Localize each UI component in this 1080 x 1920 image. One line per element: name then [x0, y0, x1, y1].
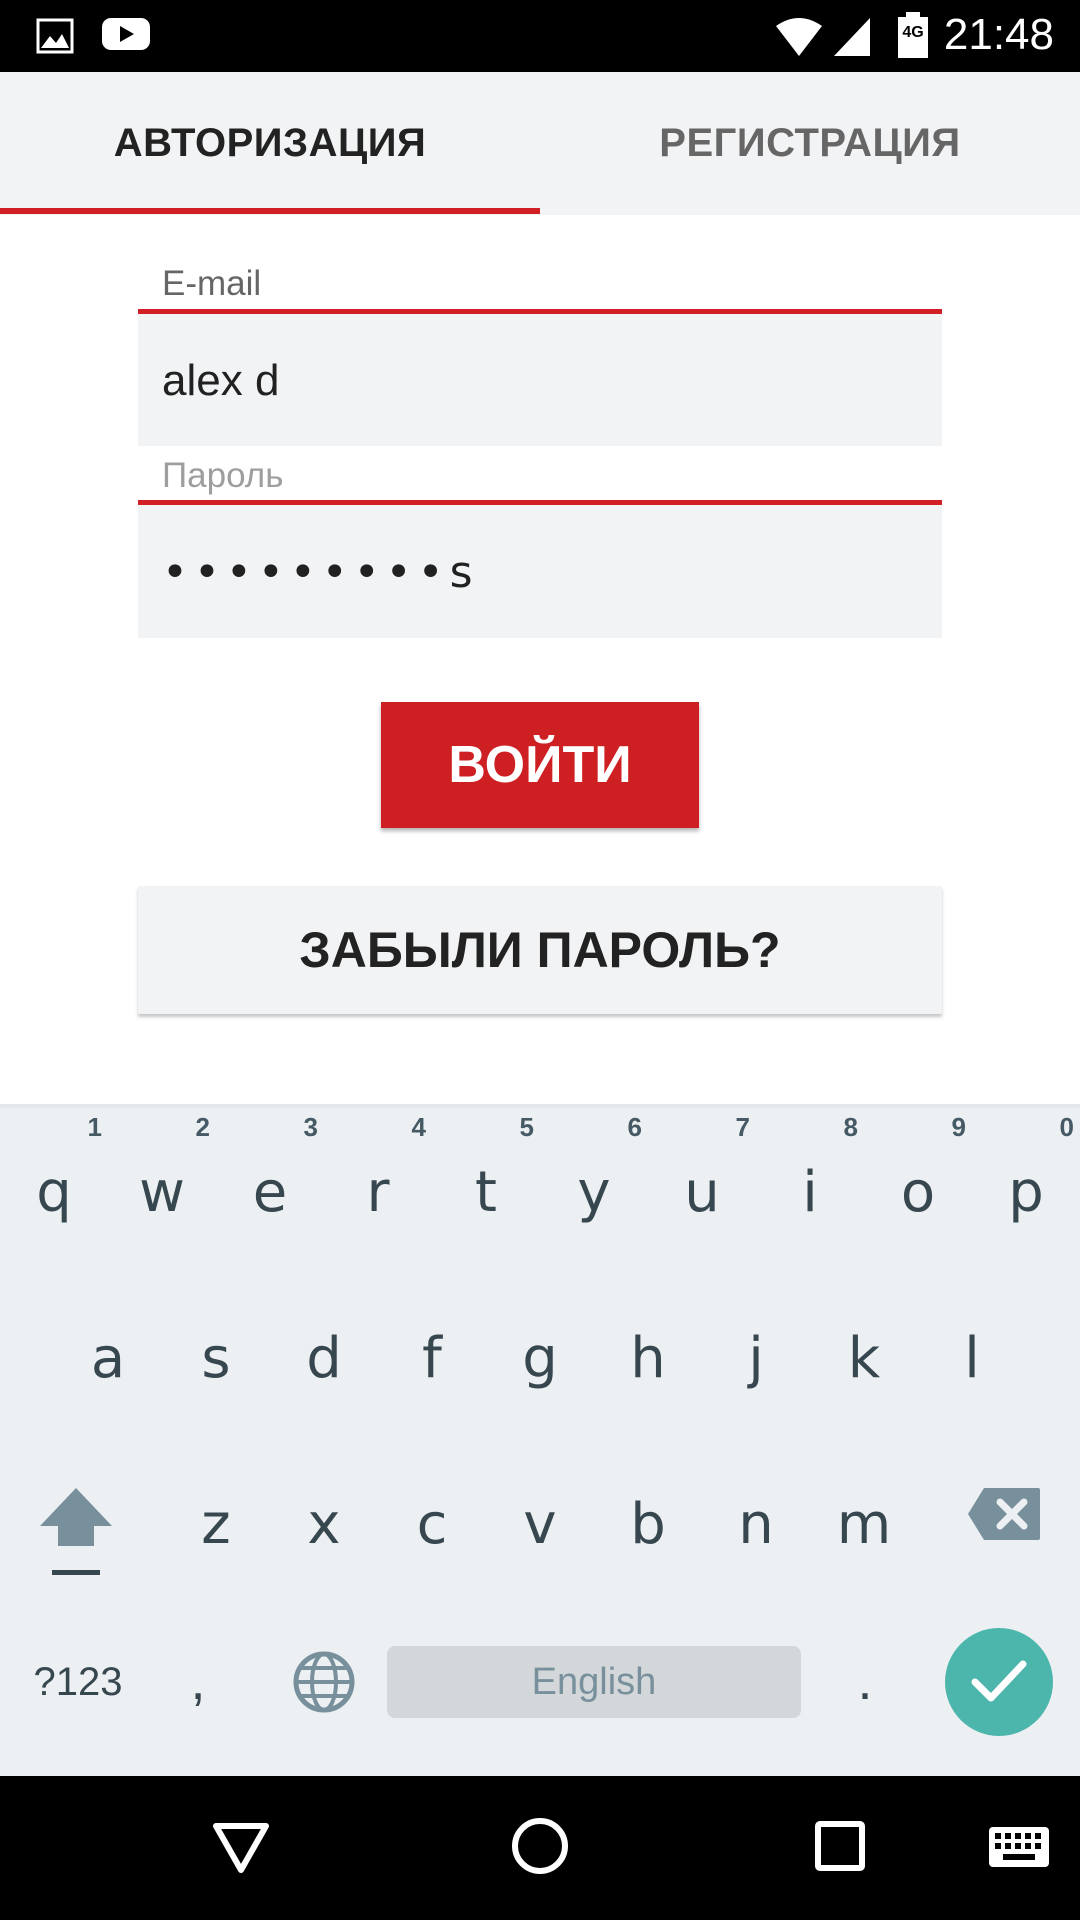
key-label: p	[1008, 1160, 1044, 1225]
key-hint: 7	[735, 1112, 750, 1142]
key-d[interactable]: d	[270, 1326, 378, 1391]
key-l[interactable]: l	[918, 1326, 1026, 1391]
key-q[interactable]: 1q	[0, 1112, 108, 1225]
symbols-key[interactable]: ?123	[18, 1660, 138, 1705]
key-hint: 3	[303, 1112, 318, 1142]
password-label: Пароль	[162, 456, 284, 495]
key-e[interactable]: 3e	[216, 1112, 324, 1225]
tab-bar: АВТОРИЗАЦИЯ РЕГИСТРАЦИЯ	[0, 72, 1080, 215]
back-icon[interactable]	[212, 1820, 270, 1876]
password-value: •••••••••s	[162, 547, 479, 598]
key-b[interactable]: b	[594, 1492, 702, 1557]
key-hint: 4	[411, 1112, 426, 1142]
key-h[interactable]: h	[594, 1326, 702, 1391]
key-g[interactable]: g	[486, 1326, 594, 1391]
key-i[interactable]: 8i	[756, 1112, 864, 1225]
key-n[interactable]: n	[702, 1492, 810, 1557]
network-type-label: 4G	[902, 24, 924, 41]
wifi-icon	[776, 18, 822, 56]
key-k[interactable]: k	[810, 1326, 918, 1391]
key-r[interactable]: 4r	[324, 1112, 432, 1225]
checkmark-icon	[971, 1660, 1027, 1702]
image-icon	[36, 18, 74, 54]
space-bar[interactable]: English	[387, 1646, 801, 1718]
login-button[interactable]: ВОЙТИ	[381, 702, 699, 828]
key-w[interactable]: 2w	[108, 1112, 216, 1225]
key-hint: 9	[951, 1112, 966, 1142]
key-label: t	[475, 1160, 497, 1225]
status-bar: 4G 21:48	[0, 0, 1080, 72]
email-value: alex d	[162, 356, 280, 405]
key-y[interactable]: 6y	[540, 1112, 648, 1225]
shift-icon[interactable]	[36, 1482, 116, 1578]
key-a[interactable]: a	[54, 1326, 162, 1391]
keyboard-switch-icon[interactable]	[988, 1826, 1050, 1868]
globe-icon[interactable]	[292, 1650, 356, 1714]
key-x[interactable]: x	[270, 1492, 378, 1557]
enter-key[interactable]	[945, 1628, 1053, 1736]
key-label: i	[802, 1160, 818, 1225]
key-label: u	[684, 1160, 720, 1225]
key-label: e	[252, 1160, 288, 1225]
key-label: q	[36, 1160, 72, 1225]
key-hint: 1	[87, 1112, 102, 1142]
key-t[interactable]: 5t	[432, 1112, 540, 1225]
battery-icon: 4G	[898, 12, 928, 58]
key-f[interactable]: f	[378, 1326, 486, 1391]
email-label: E-mail	[162, 264, 262, 303]
key-hint: 0	[1059, 1112, 1074, 1142]
key-label: o	[900, 1160, 936, 1225]
key-label: y	[577, 1160, 611, 1225]
key-m[interactable]: m	[810, 1492, 918, 1557]
signal-icon	[834, 18, 870, 56]
youtube-icon	[102, 18, 150, 50]
key-hint: 5	[519, 1112, 534, 1142]
key-hint: 8	[843, 1112, 858, 1142]
clock: 21:48	[943, 10, 1054, 59]
key-v[interactable]: v	[486, 1492, 594, 1557]
key-hint: 2	[195, 1112, 210, 1142]
tab-authorization[interactable]: АВТОРИЗАЦИЯ	[0, 72, 540, 215]
password-field[interactable]: •••••••••s	[138, 505, 942, 638]
active-tab-indicator	[0, 208, 540, 214]
key-z[interactable]: z	[162, 1492, 270, 1557]
backspace-icon[interactable]	[966, 1486, 1042, 1542]
key-c[interactable]: c	[378, 1492, 486, 1557]
home-icon[interactable]	[510, 1816, 570, 1876]
navigation-bar	[0, 1776, 1080, 1920]
forgot-password-button[interactable]: ЗАБЫЛИ ПАРОЛЬ?	[138, 886, 942, 1014]
recents-icon[interactable]	[814, 1820, 866, 1872]
key-j[interactable]: j	[702, 1326, 810, 1391]
comma-key[interactable]: ,	[168, 1650, 228, 1712]
tab-registration[interactable]: РЕГИСТРАЦИЯ	[540, 72, 1080, 215]
key-p[interactable]: 0p	[972, 1112, 1080, 1225]
key-hint: 6	[627, 1112, 642, 1142]
key-o[interactable]: 9o	[864, 1112, 972, 1225]
email-field[interactable]: alex d	[138, 314, 942, 446]
key-u[interactable]: 7u	[648, 1112, 756, 1225]
period-key[interactable]: .	[840, 1650, 890, 1712]
key-label: r	[366, 1160, 390, 1225]
key-s[interactable]: s	[162, 1326, 270, 1391]
key-label: w	[139, 1160, 185, 1225]
